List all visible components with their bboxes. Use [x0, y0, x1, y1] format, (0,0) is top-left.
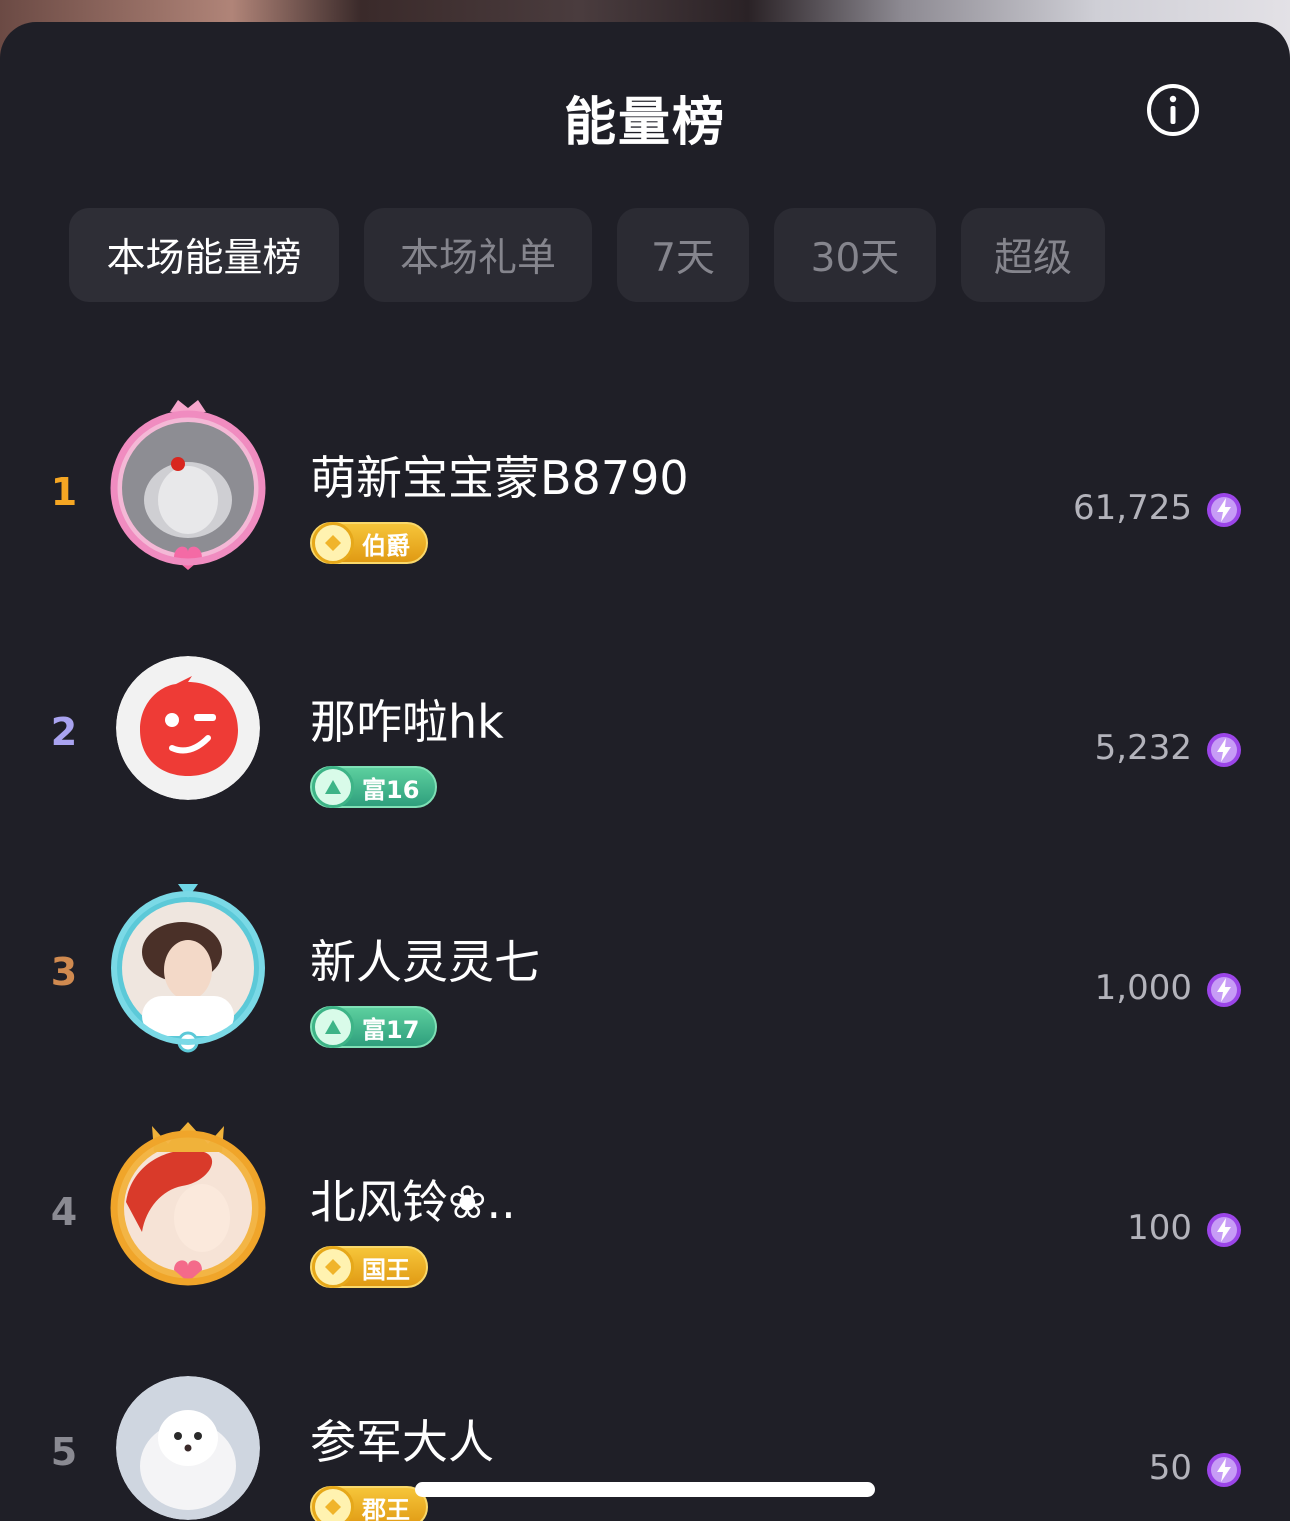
leaderboard-row[interactable]: 4 北风铃❀.. 国王 100	[0, 1110, 1290, 1310]
badge-label: 富17	[362, 1015, 420, 1044]
rank-badge: 郡王	[310, 1486, 428, 1521]
diamond-badge-icon	[312, 522, 354, 564]
badge-label: 国王	[362, 1255, 410, 1284]
rank-badge: 国王	[310, 1246, 428, 1288]
energy-score: 5,232	[1094, 728, 1192, 768]
user-avatar[interactable]	[110, 1122, 266, 1286]
energy-bolt-icon	[1207, 1453, 1241, 1487]
energy-score: 50	[1148, 1448, 1192, 1488]
energy-score: 1,000	[1094, 968, 1192, 1008]
user-name: 北风铃❀..	[310, 1175, 516, 1229]
user-name: 萌新宝宝蒙B8790	[310, 451, 689, 505]
page-title: 能量榜	[563, 93, 726, 153]
user-avatar[interactable]	[110, 400, 266, 570]
diamond-badge-icon	[312, 1486, 354, 1521]
rank-number: 4	[50, 1190, 78, 1234]
user-name: 那咋啦hk	[310, 695, 504, 749]
user-avatar[interactable]	[116, 1376, 260, 1520]
rank-badge: 富16	[310, 766, 438, 808]
triangle-badge-icon	[312, 1006, 354, 1048]
rank-number: 1	[50, 470, 78, 514]
tab-30-days[interactable]: 30天	[774, 208, 936, 302]
tab-bar: 本场能量榜 本场礼单 7天 30天 超级	[69, 208, 1105, 302]
leaderboard-row[interactable]: 1 萌新宝宝蒙B8790 伯爵 61,725	[0, 390, 1290, 590]
info-circle-icon[interactable]	[1145, 82, 1201, 138]
leaderboard-row[interactable]: 2 那咋啦hk 富16 5,232	[0, 630, 1290, 830]
tab-7-days[interactable]: 7天	[617, 208, 749, 302]
triangle-badge-icon	[312, 766, 354, 808]
energy-bolt-icon	[1207, 973, 1241, 1007]
energy-score: 61,725	[1073, 488, 1192, 528]
rank-number: 5	[50, 1430, 78, 1474]
diamond-badge-icon	[312, 1246, 354, 1288]
tab-session-energy[interactable]: 本场能量榜	[69, 208, 339, 302]
tab-super[interactable]: 超级	[961, 208, 1105, 302]
badge-label: 伯爵	[362, 531, 410, 560]
energy-bolt-icon	[1207, 733, 1241, 767]
rank-number: 2	[50, 710, 78, 754]
rank-number: 3	[50, 950, 78, 994]
home-indicator[interactable]	[415, 1482, 875, 1497]
user-name: 新人灵灵七	[310, 935, 540, 989]
user-avatar[interactable]	[111, 884, 265, 1053]
energy-bolt-icon	[1207, 1213, 1241, 1247]
energy-bolt-icon	[1207, 493, 1241, 527]
tab-session-gifts[interactable]: 本场礼单	[364, 208, 592, 302]
energy-score: 100	[1127, 1208, 1192, 1248]
rank-badge: 富17	[310, 1006, 438, 1048]
user-avatar[interactable]	[116, 656, 260, 800]
badge-label: 郡王	[362, 1495, 410, 1521]
rank-badge: 伯爵	[310, 522, 428, 564]
user-name: 参军大人	[310, 1415, 494, 1469]
energy-leaderboard-sheet: 能量榜 本场能量榜 本场礼单 7天 30天 超级 1 萌新宝宝蒙B8790 伯爵…	[0, 22, 1290, 1521]
badge-label: 富16	[362, 775, 420, 804]
leaderboard-row[interactable]: 3 新人灵灵七 富17 1,000	[0, 870, 1290, 1070]
